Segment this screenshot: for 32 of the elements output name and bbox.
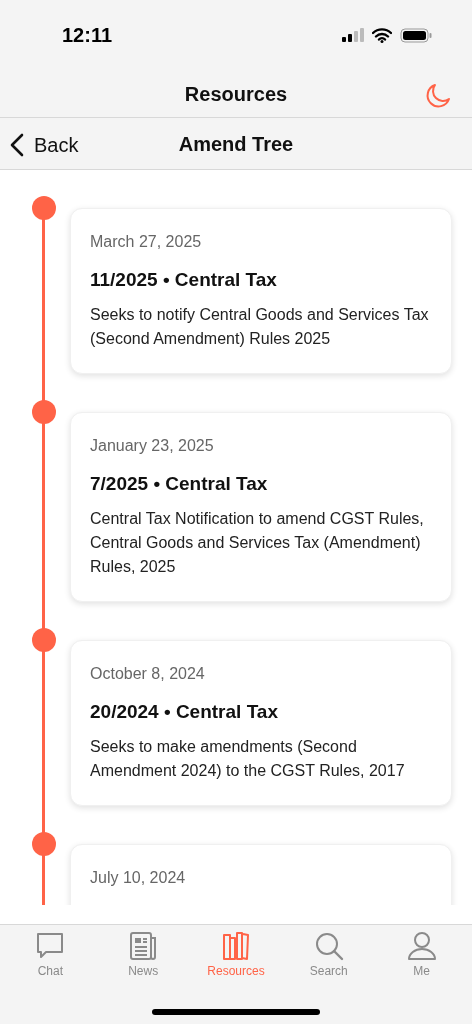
notification-card[interactable]: January 23, 2025 7/2025 • Central Tax Central Tax Notification to amend CGST Rules, Central Goods and Services Tax (Amendment) Rules, 2025 (70, 412, 452, 602)
wifi-icon (372, 27, 392, 43)
search-icon (313, 931, 344, 961)
status-time: 12:11 (62, 23, 113, 48)
card-description: Central Tax Notification to amend CGST Rules, Central Goods and Services Tax (Amendment) Rules, 2025 (90, 509, 425, 577)
notification-card[interactable]: October 8, 2024 20/2024 • Central Tax Seeks to make amendments (Second Amendment 2024) to the CGST Rules, 2017 (70, 640, 452, 806)
card-title: 11/2025 • Central Tax (90, 268, 278, 292)
page-title: Amend Tree (178, 131, 294, 157)
header-title: Resources (184, 81, 288, 107)
tab-bar-item[interactable]: News (98, 931, 189, 979)
battery-icon (400, 27, 432, 43)
newspaper-icon (128, 931, 159, 961)
card-date: January 23, 2025 (90, 436, 215, 456)
card-date: March 27, 2025 (90, 232, 203, 252)
notification-card[interactable]: July 10, 2024 (70, 844, 452, 905)
card-title: 20/2024 • Central Tax (90, 700, 279, 724)
card-date: July 10, 2024 (90, 868, 187, 888)
back-button[interactable]: Back (10, 130, 79, 160)
books-icon (221, 931, 251, 961)
tab-bar-item[interactable]: Search (283, 931, 374, 979)
card-description: Seeks to make amendments (Second Amendment 2024) to the CGST Rules, 2017 (90, 737, 406, 781)
tab-bar-item[interactable]: Chat (5, 931, 96, 979)
chat-bubble-icon (35, 931, 66, 961)
card-description: Seeks to notify Central Goods and Services Tax (Second Amendment) Rules 2025 (90, 305, 430, 349)
chevron-left-icon (10, 133, 24, 157)
person-icon (406, 931, 437, 961)
signal-icon (342, 28, 364, 42)
card-title: 7/2025 • Central Tax (90, 472, 269, 496)
card-date: October 8, 2024 (90, 664, 206, 684)
tab-bar-item[interactable]: Me (376, 931, 467, 979)
notification-card[interactable]: March 27, 2025 11/2025 • Central Tax Seeks to notify Central Goods and Services Tax (Second Amendment) Rules 2025 (70, 208, 452, 374)
moon-icon[interactable] (424, 82, 452, 110)
